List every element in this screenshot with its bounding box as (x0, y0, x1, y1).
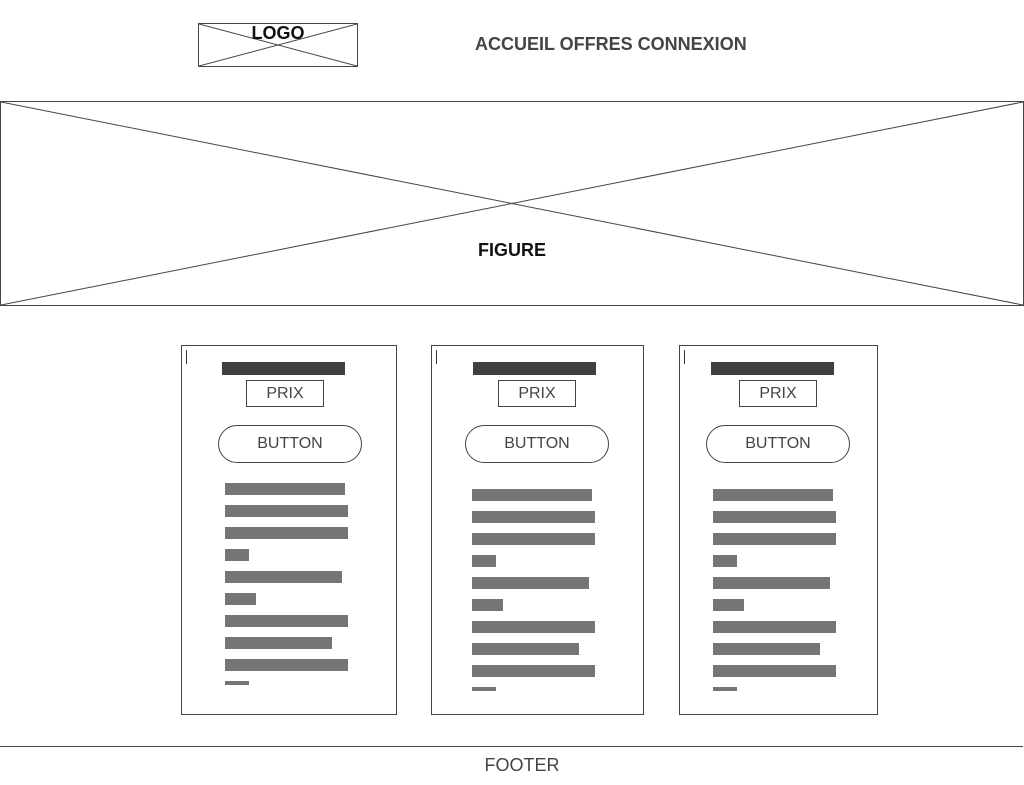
logo-placeholder: LOGO (198, 23, 358, 67)
hero-figure-placeholder: FIGURE (0, 101, 1024, 306)
text-line-placeholder (225, 593, 256, 605)
offer-button[interactable]: BUTTON (218, 425, 362, 463)
text-line-placeholder (472, 511, 595, 523)
offer-card: PRIX BUTTON (679, 345, 878, 715)
text-line-placeholder (225, 659, 348, 671)
placeholder-cross-icon (1, 102, 1023, 305)
offer-card: PRIX BUTTON (181, 345, 397, 715)
text-line-placeholder (713, 665, 836, 677)
text-line-placeholder (225, 549, 249, 561)
text-line-placeholder (472, 577, 589, 589)
text-line-placeholder (713, 511, 836, 523)
price-label: PRIX (739, 380, 817, 407)
card-title-placeholder (222, 362, 345, 375)
text-line-placeholder (225, 483, 345, 495)
text-line-placeholder (713, 533, 836, 545)
offer-button[interactable]: BUTTON (465, 425, 609, 463)
figure-label: FIGURE (477, 240, 546, 260)
text-line-placeholder (225, 571, 342, 583)
text-line-placeholder (472, 665, 595, 677)
text-line-placeholder (472, 687, 496, 691)
text-line-placeholder (225, 505, 348, 517)
text-line-placeholder (713, 621, 836, 633)
text-line-placeholder (472, 555, 496, 567)
text-line-placeholder (472, 533, 595, 545)
text-line-placeholder (713, 687, 737, 691)
footer-divider (0, 746, 1023, 747)
text-line-placeholder (225, 615, 348, 627)
text-line-placeholder (225, 681, 249, 685)
text-line-placeholder (713, 489, 833, 501)
offer-button[interactable]: BUTTON (706, 425, 850, 463)
text-cursor (436, 350, 437, 364)
price-label: PRIX (246, 380, 324, 407)
text-line-placeholder (713, 643, 820, 655)
text-cursor (684, 350, 685, 364)
text-line-placeholder (472, 643, 579, 655)
text-line-placeholder (472, 489, 592, 501)
text-line-placeholder (713, 577, 830, 589)
text-line-placeholder (472, 621, 595, 633)
nav-menu[interactable]: ACCUEIL OFFRES CONNEXION (475, 34, 747, 55)
logo-label: LOGO (251, 23, 305, 43)
card-title-placeholder (473, 362, 596, 375)
text-line-placeholder (713, 555, 737, 567)
card-title-placeholder (711, 362, 834, 375)
text-line-placeholder (713, 599, 744, 611)
offer-card: PRIX BUTTON (431, 345, 644, 715)
footer-label: FOOTER (484, 755, 560, 775)
text-line-placeholder (225, 637, 332, 649)
text-line-placeholder (225, 527, 348, 539)
text-line-placeholder (472, 599, 503, 611)
text-cursor (186, 350, 187, 364)
price-label: PRIX (498, 380, 576, 407)
